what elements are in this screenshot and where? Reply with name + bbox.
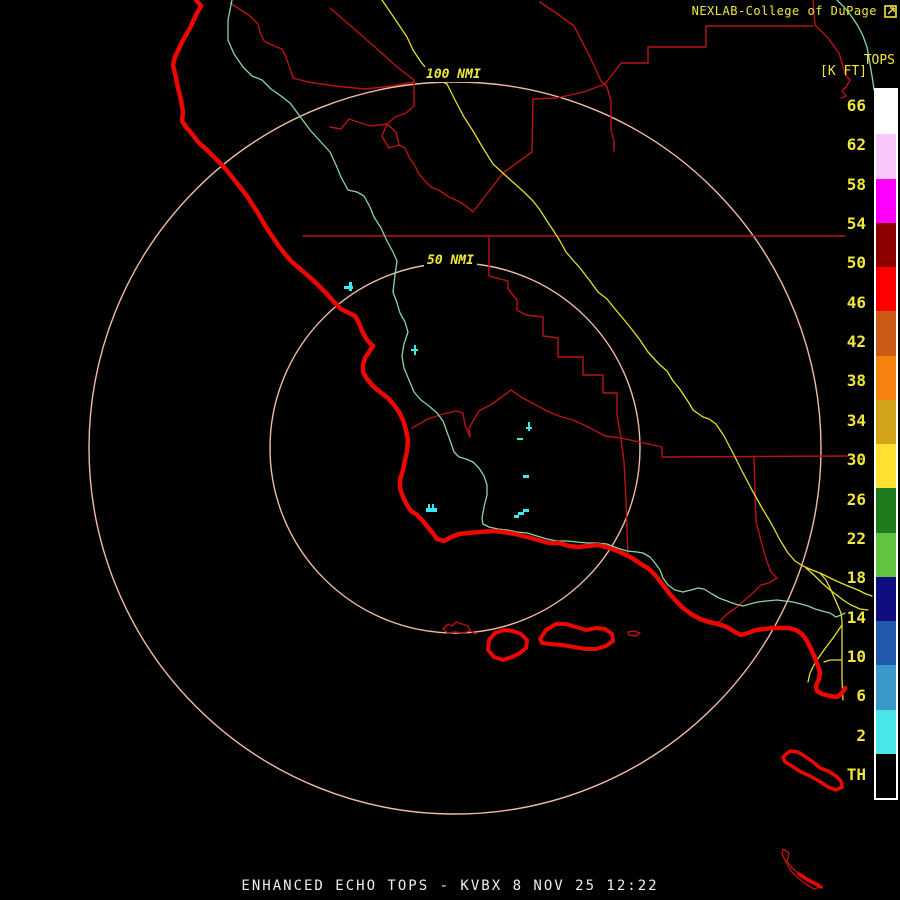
scale-segment <box>876 753 896 798</box>
scale-label: 58 <box>846 174 866 194</box>
island-santa-cruz <box>538 622 615 651</box>
scale-label: 26 <box>846 489 866 509</box>
scale-segment <box>876 665 896 710</box>
scale-label: 66 <box>846 96 866 115</box>
channel-islands <box>486 622 844 889</box>
scale-unit: [K FT] <box>820 64 867 79</box>
range-ring-label-100nmi: 100 NMI <box>423 67 484 82</box>
attribution-title: NEXLAB-College of DuPage <box>691 4 877 18</box>
radar-echo <box>523 509 529 512</box>
radar-echo <box>428 504 430 508</box>
radar-echo <box>349 282 352 291</box>
scale-label: 42 <box>846 332 866 352</box>
scale-label: 18 <box>846 568 866 588</box>
scale-label: 6 <box>856 686 866 706</box>
scale-label: 10 <box>846 646 866 666</box>
scale-segment <box>876 488 896 533</box>
colorbar-segments <box>874 88 898 800</box>
range-ring-label-50nmi: 50 NMI <box>424 253 477 268</box>
scale-segment <box>876 267 896 312</box>
radar-echo <box>411 349 418 351</box>
radar-app: { "header": { "attribution": "NEXLAB-Col… <box>0 0 900 900</box>
radar-echo <box>517 438 523 440</box>
scale-segment <box>876 444 896 489</box>
range-ring-100nmi <box>88 81 822 815</box>
scale-label: 34 <box>846 410 866 430</box>
scale-label: 38 <box>846 371 866 391</box>
scale-segment <box>876 709 896 754</box>
radar-echoes <box>344 282 532 518</box>
external-link-icon[interactable] <box>884 5 897 18</box>
scale-segment <box>876 311 896 356</box>
scale-segment <box>876 134 896 179</box>
scale-segment <box>876 576 896 621</box>
scale-title: TOPS <box>863 53 895 68</box>
scale-label: 30 <box>846 450 866 470</box>
highway-yellow <box>381 0 873 701</box>
coastline <box>170 0 848 700</box>
scale-segment <box>876 355 896 400</box>
scale-segment <box>876 178 896 223</box>
range-rings <box>88 81 822 815</box>
highway-green-us101 <box>227 0 875 618</box>
island-santa-rosa <box>486 628 529 662</box>
scale-label: 62 <box>846 135 866 155</box>
scale-label: 22 <box>846 528 866 548</box>
product-caption: ENHANCED ECHO TOPS - KVBX 8 NOV 25 12:22 <box>241 878 659 894</box>
scale-segment <box>876 222 896 267</box>
radar-echo <box>528 422 530 431</box>
scale-segment <box>876 532 896 577</box>
scale-label: 2 <box>856 725 866 745</box>
radar-echo <box>523 475 529 478</box>
scale-segment <box>876 399 896 444</box>
radar-map <box>88 0 875 890</box>
radar-echo <box>518 512 524 515</box>
county-boundaries <box>229 0 851 890</box>
scale-label: 54 <box>846 214 866 234</box>
scale-label: 46 <box>846 292 866 312</box>
radar-echo <box>432 504 434 508</box>
scale-label: TH <box>846 764 866 784</box>
scale-segment <box>876 90 896 135</box>
radar-echo <box>514 515 519 518</box>
radar-echo <box>426 508 437 512</box>
scale-label: 50 <box>846 253 866 273</box>
range-ring-50nmi <box>269 262 641 634</box>
scale-label: 14 <box>846 607 866 627</box>
radar-echo <box>526 427 532 429</box>
scale-segment <box>876 621 896 666</box>
